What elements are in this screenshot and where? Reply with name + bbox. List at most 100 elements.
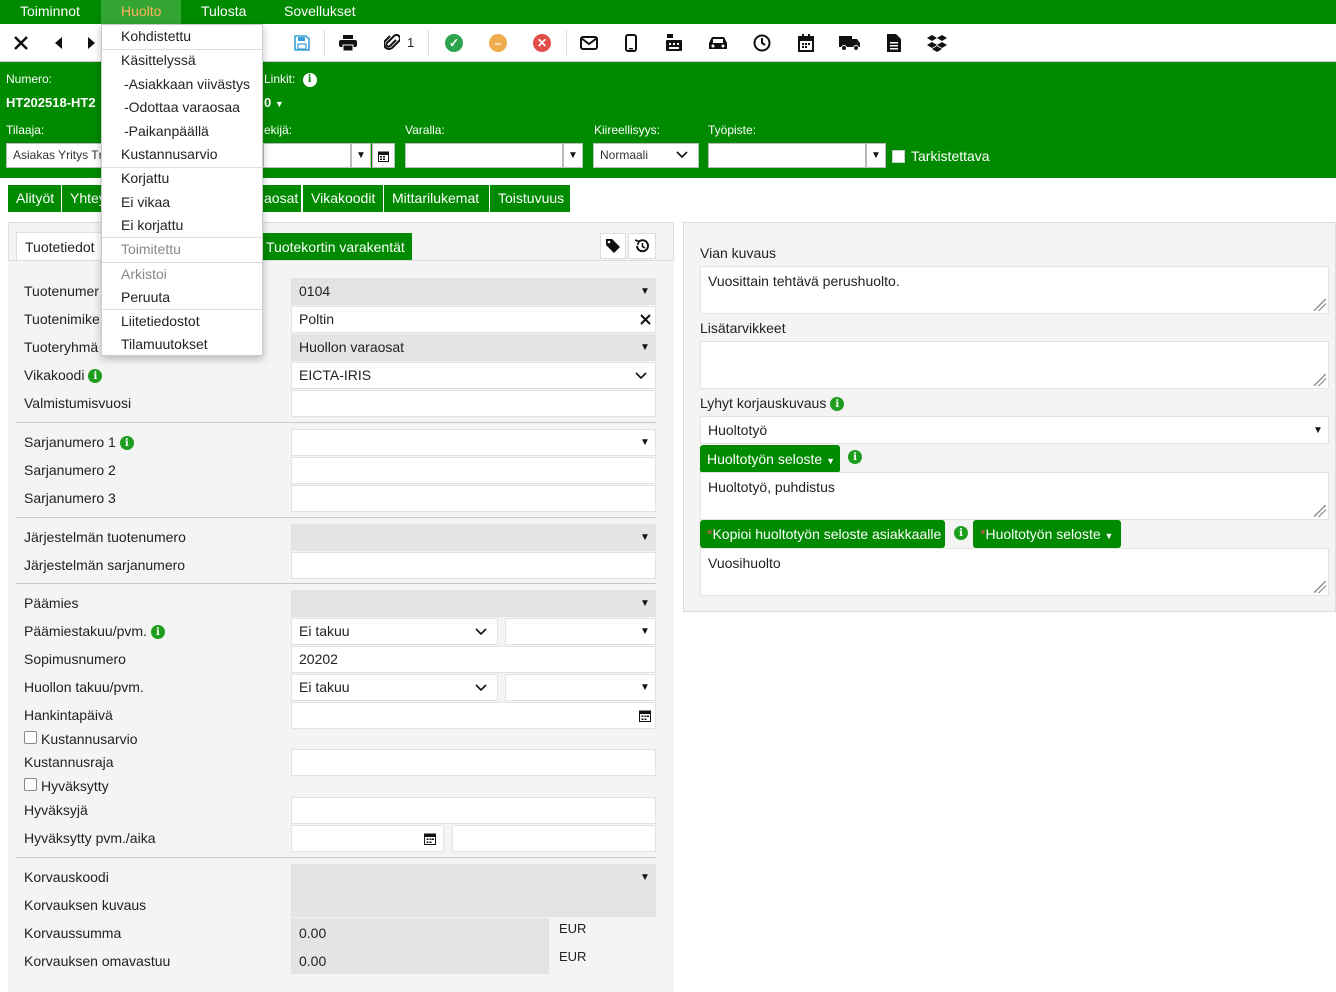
lisatarvikkeet-textarea[interactable] xyxy=(700,341,1329,389)
menu-item-liitetiedostot[interactable]: Liitetiedostot xyxy=(102,310,262,333)
menu-toiminnot[interactable]: Toiminnot xyxy=(0,0,100,24)
asiakas-seloste-button[interactable]: *Huoltotyön seloste ▼ xyxy=(973,520,1121,548)
tekija-calendar-icon[interactable] xyxy=(372,143,395,168)
tab-toistuvuus[interactable]: Toistuvuus xyxy=(490,185,571,212)
tab-alityot[interactable]: Alityöt xyxy=(8,185,62,212)
paperclip-icon[interactable] xyxy=(379,30,405,56)
paamiestakuu-info-icon[interactable]: i xyxy=(150,625,165,640)
linkit-info-icon[interactable]: i xyxy=(302,72,317,87)
clock-icon[interactable] xyxy=(749,30,775,56)
menu-item-peruuta[interactable]: Peruuta xyxy=(102,286,262,309)
varalla-field[interactable] xyxy=(405,143,563,168)
menu-item-korjattu[interactable]: Korjattu xyxy=(102,167,262,190)
tab-varaosat[interactable]: aosat xyxy=(262,185,302,212)
tarkistettava-checkbox[interactable] xyxy=(892,150,905,163)
tyopiste-field[interactable] xyxy=(708,143,866,168)
tag-icon[interactable] xyxy=(600,233,626,259)
mobile-icon[interactable] xyxy=(618,30,644,56)
menu-item-ei-vikaa[interactable]: Ei vikaa xyxy=(102,191,262,214)
menu-item-kohdistettu[interactable]: Kohdistettu xyxy=(102,25,262,48)
jarj-tuotenumero-dropdown-caret[interactable]: ▼ xyxy=(634,524,656,551)
sarjanumero3-field[interactable] xyxy=(291,485,656,512)
menu-item-toimitettu[interactable]: Toimitettu xyxy=(102,238,262,261)
document-icon[interactable] xyxy=(881,30,907,56)
menu-item-asiakkaan-viivastys[interactable]: -Asiakkaan viivästys xyxy=(102,73,262,96)
sopimusnumero-field[interactable]: 20202 xyxy=(291,646,656,673)
print-icon[interactable] xyxy=(335,30,361,56)
tyopiste-dropdown-caret[interactable]: ▼ xyxy=(866,143,886,168)
huoltotyon-seloste-textarea[interactable]: Huoltotyö, puhdistus xyxy=(700,472,1329,520)
tuotenumero-dropdown-caret[interactable]: ▼ xyxy=(634,278,656,305)
jarj-sarjanumero-field[interactable] xyxy=(291,552,656,579)
clear-icon[interactable] xyxy=(634,306,656,333)
korvauksen-kuvaus-field[interactable] xyxy=(291,891,656,917)
korvauskoodi-dropdown-caret[interactable]: ▼ xyxy=(634,864,656,891)
tilaaja-field[interactable]: Asiakas Yritys Tm xyxy=(6,143,106,168)
lyhyt-korjauskuvaus-field[interactable]: Huoltotyö xyxy=(700,416,1329,444)
tuoteryhma-dropdown-caret[interactable]: ▼ xyxy=(634,334,656,361)
menu-tulosta[interactable]: Tulosta xyxy=(181,0,266,24)
huollon-takuu-select[interactable]: Ei takuu xyxy=(291,674,498,701)
menu-item-ei-korjattu[interactable]: Ei korjattu xyxy=(102,214,262,237)
menu-sovellukset[interactable]: Sovellukset xyxy=(264,0,376,24)
paamies-dropdown-caret[interactable]: ▼ xyxy=(634,590,656,617)
vian-kuvaus-textarea[interactable]: Vuosittain tehtävä perushuolto. xyxy=(700,266,1329,314)
sarjanumero1-info-icon[interactable]: i xyxy=(119,436,134,451)
korvaussumma-field[interactable]: 0.00 xyxy=(291,918,549,946)
truck-icon[interactable] xyxy=(837,30,863,56)
menu-item-paikanpaalla[interactable]: -Paikanpäällä xyxy=(102,120,262,143)
omavastuu-field[interactable]: 0.00 xyxy=(291,946,549,974)
tab-yhteystiedot[interactable]: Yhtey xyxy=(62,185,106,212)
kopioi-seloste-button[interactable]: *Kopioi huoltotyön seloste asiakkaalle xyxy=(700,520,945,548)
reject-icon[interactable]: ✕ xyxy=(529,30,555,56)
sarjanumero2-field[interactable] xyxy=(291,457,656,484)
hyvaksytty-checkbox[interactable] xyxy=(24,778,37,791)
dropbox-icon[interactable] xyxy=(924,30,950,56)
varalla-dropdown-caret[interactable]: ▼ xyxy=(563,143,583,168)
approve-icon[interactable]: ✓ xyxy=(441,30,467,56)
car-icon[interactable] xyxy=(705,30,731,56)
paamiestakuu-select[interactable]: Ei takuu xyxy=(291,618,498,645)
jarj-tuotenumero-field[interactable] xyxy=(291,524,656,551)
sarjanumero1-field[interactable] xyxy=(291,429,656,456)
sarjanumero1-dropdown-caret[interactable]: ▼ xyxy=(634,429,656,456)
hyvaksytty-time-field[interactable] xyxy=(452,825,656,852)
paamies-field[interactable] xyxy=(291,590,656,617)
linkit-value[interactable]: 0 ▼ xyxy=(264,95,284,110)
cash-register-icon[interactable] xyxy=(661,30,687,56)
next-icon[interactable] xyxy=(84,30,98,56)
menu-item-tilamuutokset[interactable]: Tilamuutokset xyxy=(102,333,262,356)
lyhyt-dropdown-caret[interactable]: ▼ xyxy=(1307,417,1329,444)
history-icon[interactable] xyxy=(628,233,656,259)
tekija-field[interactable] xyxy=(263,143,351,168)
korvauskoodi-field[interactable] xyxy=(291,864,656,891)
tab-vikakoodit[interactable]: Vikakoodit xyxy=(303,185,384,212)
huollon-takuu-date-caret[interactable]: ▼ xyxy=(634,674,656,701)
kopioi-info-icon[interactable]: i xyxy=(954,526,968,540)
kustannusarvio-checkbox[interactable] xyxy=(24,731,37,744)
vikakoodi-info-icon[interactable]: i xyxy=(88,369,103,384)
hankintapaiva-field[interactable] xyxy=(291,702,656,729)
tuotenimike-field[interactable]: Poltin xyxy=(291,306,656,333)
menu-item-kasittelyssa[interactable]: Käsittelyssä xyxy=(102,49,262,72)
menu-item-odottaa-varaosaa[interactable]: -Odottaa varaosaa xyxy=(102,96,262,119)
asiakas-seloste-textarea[interactable]: Vuosihuolto xyxy=(700,548,1329,596)
menu-item-arkistoi[interactable]: Arkistoi xyxy=(102,263,262,286)
tab-mittarilukemat[interactable]: Mittarilukemat xyxy=(384,185,490,212)
calendar-icon[interactable] xyxy=(419,825,441,852)
menu-huolto[interactable]: Huolto xyxy=(101,0,181,24)
vikakoodi-select[interactable]: EICTA-IRIS xyxy=(291,362,656,389)
tuoteryhma-field[interactable]: Huollon varaosat xyxy=(291,334,656,361)
mail-icon[interactable] xyxy=(576,30,602,56)
calendar-icon[interactable] xyxy=(634,702,656,729)
lyhyt-info-icon[interactable]: i xyxy=(830,397,845,412)
tuotenumero-field[interactable]: 0104 xyxy=(291,278,656,305)
paamiestakuu-date-caret[interactable]: ▼ xyxy=(634,618,656,645)
pending-icon[interactable]: – xyxy=(485,30,511,56)
tekija-dropdown-caret[interactable]: ▼ xyxy=(351,143,371,168)
close-icon[interactable] xyxy=(8,30,34,56)
tab-tuotekortin-varakentat[interactable]: Tuotekortin varakentät xyxy=(262,233,412,261)
tab-tuotetiedot[interactable]: Tuotetiedot xyxy=(16,232,102,262)
prev-icon[interactable] xyxy=(46,30,72,56)
hyvaksyja-field[interactable] xyxy=(291,797,656,824)
